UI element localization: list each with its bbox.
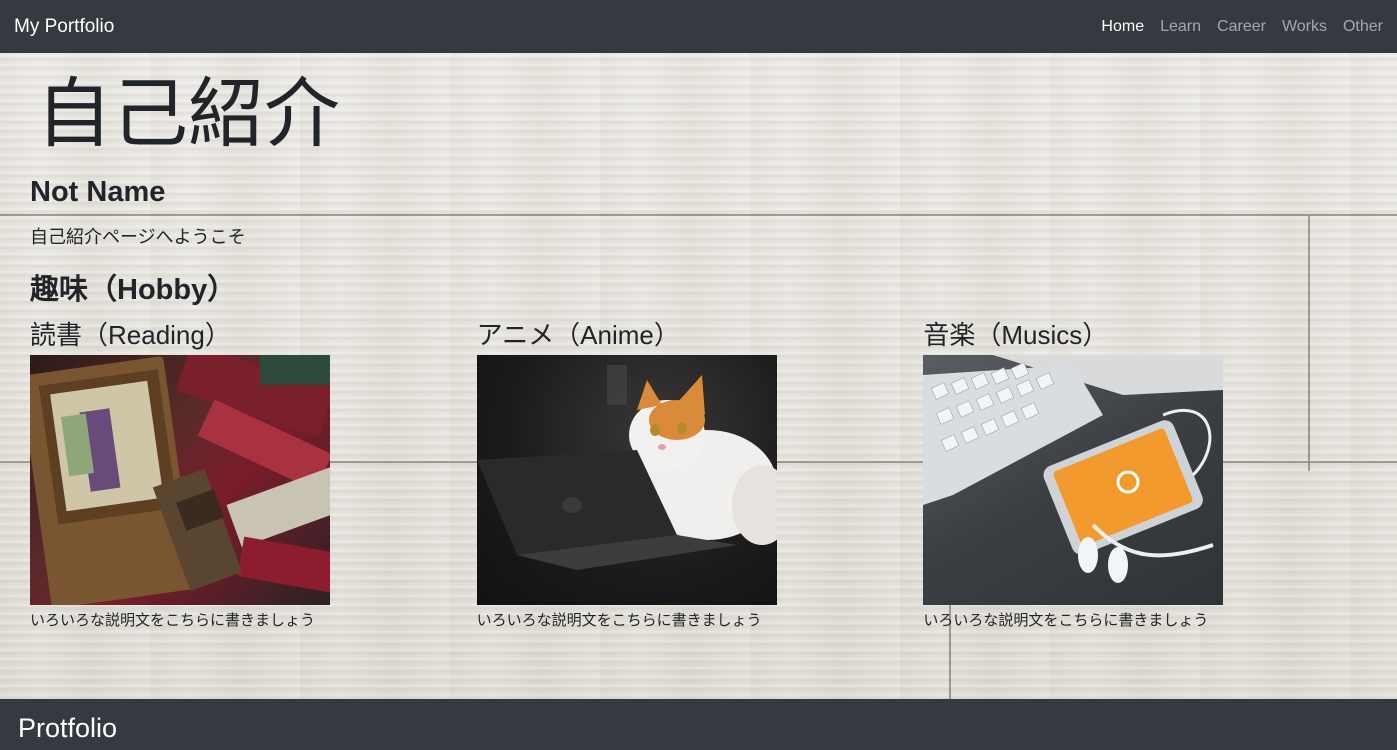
brand-link[interactable]: My Portfolio (14, 16, 114, 38)
hobby-card-reading: 読書（Reading） いろいろな説明文をこちらに書きましょう (30, 321, 477, 631)
keyboard-phone-photo (923, 355, 1224, 606)
hobby-caption: いろいろな説明文をこちらに書きましょう (30, 612, 316, 630)
hobby-cards: 読書（Reading） いろいろな説明文をこちらに書きましょう アニメ（Anim… (30, 321, 1370, 631)
nav-link-works[interactable]: Works (1274, 18, 1335, 36)
hobby-title: 読書（Reading） (30, 319, 231, 350)
footer-title: Protfolio (18, 713, 118, 743)
hobby-title: アニメ（Anime） (476, 319, 680, 350)
hobby-card-anime: アニメ（Anime） いろいろな説明文をこちらに書きましょう (476, 319, 924, 631)
books-photo (30, 355, 330, 606)
page-title: 自己紹介 (36, 72, 340, 157)
hobby-title: 音楽（Musics） (923, 319, 1109, 350)
nav-link-other[interactable]: Other (1335, 18, 1383, 36)
hobby-caption: いろいろな説明文をこちらに書きましょう (476, 612, 762, 630)
cat-laptop-photo (476, 355, 777, 606)
footer: Protfolio (0, 699, 1397, 750)
profile-name: Not Name (30, 176, 166, 208)
top-navbar: My Portfolio Home Learn Career Works Oth… (0, 0, 1397, 53)
nav-link-home[interactable]: Home (1093, 18, 1152, 36)
welcome-text: 自己紹介ページへようこそ (30, 226, 246, 247)
hobby-card-music: 音楽（Musics） いろいろな説明文をこちらに書きましょう (923, 321, 1370, 631)
nav-link-learn[interactable]: Learn (1152, 18, 1209, 36)
nav-links: Home Learn Career Works Other (1093, 18, 1383, 36)
nav-link-career[interactable]: Career (1209, 18, 1274, 36)
main-content: 自己紹介 Not Name 自己紹介ページへようこそ 趣味（Hobby） 読書（… (30, 53, 1370, 630)
hobby-heading: 趣味（Hobby） (30, 273, 237, 306)
hobby-caption: いろいろな説明文をこちらに書きましょう (923, 612, 1209, 630)
